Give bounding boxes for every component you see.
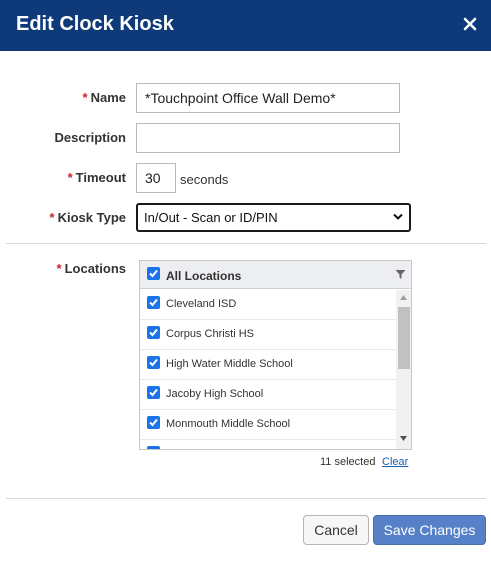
close-button[interactable]	[463, 17, 477, 31]
required-mark: *	[56, 261, 62, 276]
location-checkbox[interactable]	[147, 326, 160, 339]
list-item-partial[interactable]	[140, 440, 396, 449]
timeout-label: * Timeout	[67, 170, 126, 185]
locations-header: All Locations	[140, 261, 411, 289]
name-label: * Name	[82, 90, 126, 105]
locations-scrollbar[interactable]	[396, 290, 411, 449]
timeout-field-value: 30	[145, 170, 161, 186]
checkmark-icon	[149, 358, 158, 367]
checkmark-icon	[149, 298, 158, 307]
checkmark-icon	[149, 269, 158, 278]
clear-link[interactable]: Clear	[382, 456, 408, 468]
all-locations-label: All Locations	[166, 269, 242, 283]
close-icon	[463, 17, 477, 31]
locations-multiselect: All Locations Cleveland ISD Corpus Chris…	[139, 260, 412, 450]
location-label: Monmouth Middle School	[166, 418, 291, 430]
edit-clock-kiosk-dialog: Edit Clock Kiosk * Name *Touchpoint Offic…	[0, 0, 491, 563]
location-checkbox[interactable]	[147, 296, 160, 309]
required-mark: *	[82, 90, 88, 105]
list-item[interactable]: Jacoby High School	[140, 380, 396, 410]
list-item[interactable]: High Water Middle School	[140, 350, 396, 380]
kiosk-type-selected: In/Out - Scan or ID/PIN	[144, 210, 278, 225]
list-item[interactable]: Monmouth Middle School	[140, 410, 396, 440]
cancel-button[interactable]: Cancel	[303, 515, 369, 545]
checkmark-icon	[156, 448, 157, 449]
checkmark-icon	[149, 328, 158, 337]
chevron-down-icon	[393, 213, 403, 220]
scroll-up-icon[interactable]	[400, 295, 407, 300]
description-field[interactable]	[136, 123, 400, 153]
kiosk-type-label: * Kiosk Type	[49, 210, 126, 225]
scroll-down-icon[interactable]	[400, 436, 407, 441]
locations-label: * Locations	[56, 261, 126, 276]
scrollbar-thumb[interactable]	[398, 307, 410, 369]
checkmark-icon	[149, 418, 158, 427]
required-mark: *	[49, 210, 55, 225]
location-label: Corpus Christi HS	[166, 328, 255, 340]
name-field-value: *Touchpoint Office Wall Demo*	[145, 90, 336, 106]
dialog-header: Edit Clock Kiosk	[0, 0, 491, 51]
location-checkbox[interactable]	[147, 386, 160, 399]
locations-list: Cleveland ISD Corpus Christi HS High Wat…	[140, 290, 396, 449]
location-label: High Water Middle School	[166, 358, 293, 370]
all-locations-checkbox[interactable]	[147, 267, 160, 280]
save-changes-button[interactable]: Save Changes	[373, 515, 486, 545]
footer-divider	[6, 498, 486, 499]
timeout-field[interactable]: 30	[136, 163, 176, 193]
location-checkbox[interactable]	[147, 446, 160, 449]
location-label: Jacoby High School	[166, 388, 264, 400]
name-field[interactable]: *Touchpoint Office Wall Demo*	[136, 83, 400, 113]
description-label: Description	[54, 130, 126, 145]
list-item[interactable]: Cleveland ISD	[140, 290, 396, 320]
checkmark-icon	[149, 388, 158, 397]
section-divider	[6, 243, 486, 244]
list-item[interactable]: Corpus Christi HS	[140, 320, 396, 350]
dialog-title: Edit Clock Kiosk	[16, 13, 174, 35]
location-label: Cleveland ISD	[166, 298, 237, 310]
kiosk-type-select[interactable]: In/Out - Scan or ID/PIN	[136, 203, 411, 232]
required-mark: *	[67, 170, 73, 185]
selected-count: 11 selected	[320, 456, 376, 468]
timeout-unit: seconds	[180, 172, 229, 187]
location-checkbox[interactable]	[147, 356, 160, 369]
location-checkbox[interactable]	[147, 416, 160, 429]
filter-icon[interactable]	[395, 269, 406, 280]
